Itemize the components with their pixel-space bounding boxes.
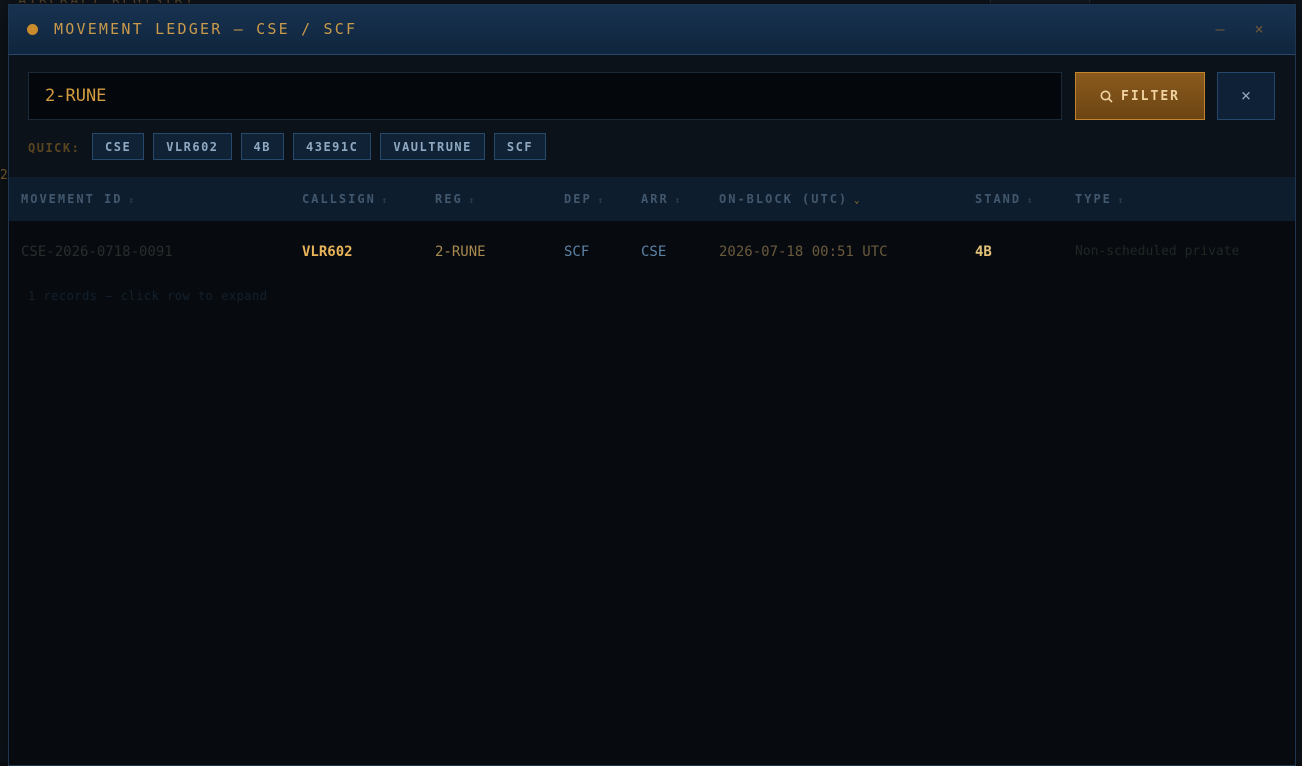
records-footer: 1 records — click row to expand [28,289,268,303]
cell-movement-id: CSE-2026-0718-0091 [21,244,173,260]
column-header-dep[interactable]: DEP ↕ [564,192,605,206]
sort-icon: ↕ [468,196,477,206]
column-header-type[interactable]: TYPE ↕ [1075,192,1125,206]
sort-icon: ↕ [1117,196,1126,206]
quick-filter-chips: CSE VLR602 4B 43E91C VAULTRUNE SCF [92,133,547,160]
cell-stand: 4B [975,244,992,260]
clear-filter-button[interactable]: × [1217,72,1275,120]
window-titlebar[interactable]: MOVEMENT LEDGER — CSE / SCF — × [9,5,1295,55]
column-header-arr[interactable]: ARR ↕ [641,192,682,206]
sort-icon: ↕ [381,196,390,206]
filter-bar: FILTER × QUICK: CSE VLR602 4B 43E91C VAU… [9,55,1295,177]
window-title: MOVEMENT LEDGER — CSE / SCF [54,20,358,38]
close-window-button[interactable]: × [1248,18,1270,40]
table-row[interactable]: CSE-2026-0718-0091 VLR602 2-RUNE SCF CSE… [9,227,1295,279]
column-header-on-block[interactable]: ON-BLOCK (UTC) ⌄ [719,192,862,206]
quick-chip-4b[interactable]: 4B [240,133,284,160]
cell-arr: CSE [641,244,667,260]
column-header-callsign[interactable]: CALLSIGN ↕ [302,192,389,206]
sort-icon: ↕ [128,196,136,206]
filter-button[interactable]: FILTER [1075,72,1205,120]
cell-dep: SCF [564,244,590,260]
minimize-button[interactable]: — [1209,18,1231,40]
search-input[interactable] [28,72,1062,120]
cell-reg: 2-RUNE [435,244,486,260]
movement-ledger-window: MOVEMENT LEDGER — CSE / SCF — × FILTER ×… [8,4,1296,766]
sort-desc-icon: ⌄ [854,196,862,206]
cell-type: Non-scheduled private [1075,244,1240,259]
column-header-movement-id[interactable]: MOVEMENT ID ↕ [21,192,136,206]
column-header-reg[interactable]: REG ↕ [435,192,476,206]
window-status-dot-icon [27,24,38,35]
quick-chip-vlr602[interactable]: VLR602 [153,133,232,160]
search-icon [1100,90,1113,103]
cell-on-block: 2026-07-18 00:51 UTC [719,244,888,260]
sort-icon: ↕ [674,196,683,206]
quick-chip-43e91c[interactable]: 43E91C [293,133,372,160]
background-edge-mark: 2 [0,168,8,183]
cell-callsign: VLR602 [302,244,353,260]
sort-icon: ↕ [597,196,606,206]
quick-chip-vaultrune[interactable]: VAULTRUNE [380,133,485,160]
quick-chip-cse[interactable]: CSE [92,133,145,160]
filter-button-label: FILTER [1121,88,1180,104]
quick-chip-scf[interactable]: SCF [493,133,547,160]
sort-icon: ↕ [1027,196,1035,206]
quick-filter-label: QUICK: [28,141,81,155]
table-header: MOVEMENT ID ↕ CALLSIGN ↕ REG ↕ DEP ↕ ARR ↕ ON… [9,177,1295,221]
column-header-stand[interactable]: STAND ↕ [975,192,1035,206]
